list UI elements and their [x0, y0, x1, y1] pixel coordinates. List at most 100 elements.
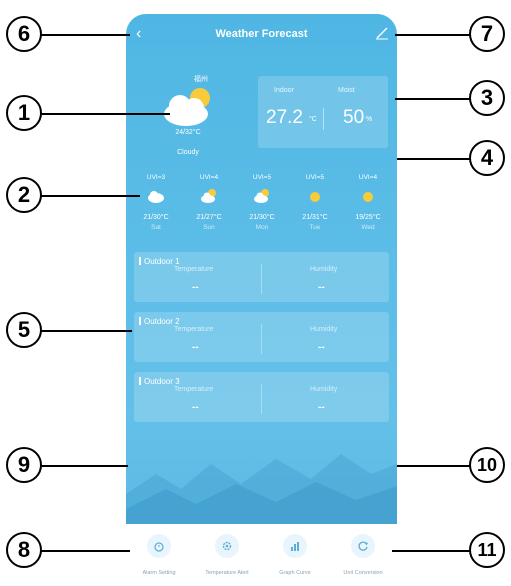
callout-line: [40, 195, 140, 197]
page-title: Weather Forecast: [215, 28, 308, 40]
indoor-humidity-unit: %: [366, 116, 373, 123]
unit-conversion-button[interactable]: Unit Conversion: [330, 534, 396, 576]
day-name: Tue: [309, 224, 321, 231]
humidity-label: Humidity: [310, 266, 338, 273]
alarm-clock-icon: [154, 542, 164, 552]
alarm-setting-button[interactable]: Alarm Setting: [126, 534, 192, 576]
tool-label: Unit Conversion: [343, 570, 383, 576]
bar-chart-icon: [291, 542, 299, 551]
callout-6: 6: [6, 16, 42, 52]
cloud-icon: [148, 191, 164, 203]
callout-10: 10: [469, 447, 505, 483]
day-range: 21/30°C: [143, 214, 169, 221]
callout-line: [40, 330, 132, 332]
graph-curve-button[interactable]: Graph Curve: [262, 534, 328, 576]
divider: [261, 264, 262, 294]
tool-label: Alarm Setting: [142, 570, 176, 576]
indoor-temperature: 27.2: [266, 107, 303, 128]
indoor-card: Indoor Moist 27.2 °C 50 %: [258, 76, 388, 148]
tool-label: Graph Curve: [279, 570, 311, 576]
refresh-icon: [358, 541, 368, 551]
temperature-label: Temperature: [174, 266, 214, 273]
humidity-label: Humidity: [310, 326, 338, 333]
callout-11: 11: [469, 532, 505, 568]
callout-4: 4: [469, 140, 505, 176]
sun-icon: [310, 192, 320, 202]
divider: [261, 324, 262, 354]
forecast-day: UVI=5 21/30°C Mon: [236, 174, 288, 231]
current-condition: Cloudy: [177, 149, 199, 156]
temperature-value: --: [192, 402, 199, 413]
day-name: Sun: [203, 224, 215, 231]
divider: [261, 384, 262, 414]
indoor-temp-unit: °C: [309, 116, 317, 123]
forecast-day: UVI=3 21/30°C Sat: [130, 174, 182, 231]
callout-8: 8: [6, 532, 42, 568]
tool-label: Temperature Alert: [205, 570, 249, 576]
outdoor-card-1[interactable]: Outdoor 1 Temperature Humidity -- --: [134, 252, 389, 302]
callout-9: 9: [6, 447, 42, 483]
uvi-label: UVI=4: [358, 174, 378, 181]
outdoor-name: Outdoor 1: [144, 257, 180, 266]
day-name: Sat: [151, 224, 161, 231]
outdoor-card-3[interactable]: Outdoor 3 Temperature Humidity -- --: [134, 372, 389, 422]
humidity-value: --: [318, 342, 325, 353]
callout-line: [397, 465, 475, 467]
callout-line: [40, 465, 128, 467]
callout-line: [395, 34, 475, 36]
uvi-label: UVI=3: [146, 174, 166, 181]
cloud-sun-icon: [201, 189, 216, 203]
forecast-day: UVI=4 19/25°C Wed: [342, 174, 394, 231]
callout-2: 2: [6, 177, 42, 213]
bottom-toolbar: Alarm Setting Temperature Alert Graph Cu…: [126, 524, 397, 586]
current-temp-range: 24/32°C: [175, 129, 201, 136]
humidity-value: --: [318, 402, 325, 413]
forecast-row: UVI=3 21/30°C Sat UVI=4 21/27°C Sun UVI=…: [126, 174, 397, 249]
accent-bar: [139, 377, 141, 385]
callout-7: 7: [469, 16, 505, 52]
forecast-day: UVI=4 21/27°C Sun: [183, 174, 235, 231]
day-range: 21/30°C: [249, 214, 275, 221]
phone-screen: ‹ Weather Forecast 福州 24/32°C Cloudy Ind…: [126, 14, 397, 586]
callout-line: [40, 113, 170, 115]
sun-icon: [363, 192, 373, 202]
uvi-label: UVI=5: [305, 174, 325, 181]
accent-bar: [139, 257, 141, 265]
day-name: Wed: [361, 224, 375, 231]
callout-5: 5: [6, 312, 42, 348]
callout-line: [40, 34, 130, 36]
humidity-value: --: [318, 282, 325, 293]
temperature-alert-button[interactable]: Temperature Alert: [194, 534, 260, 576]
cloud-sun-icon: [254, 189, 269, 203]
cloud-sun-icon: [164, 88, 210, 126]
day-range: 19/25°C: [355, 214, 381, 221]
outdoor-name: Outdoor 3: [144, 377, 180, 386]
day-range: 21/27°C: [196, 214, 222, 221]
moist-label: Moist: [338, 87, 355, 94]
header: ‹ Weather Forecast: [126, 14, 397, 54]
divider: [323, 108, 324, 130]
edit-icon[interactable]: [375, 26, 389, 40]
temperature-label: Temperature: [174, 386, 214, 393]
callout-1: 1: [6, 95, 42, 131]
callout-3: 3: [469, 80, 505, 116]
accent-bar: [139, 317, 141, 325]
callout-line: [392, 550, 475, 552]
outdoor-card-2[interactable]: Outdoor 2 Temperature Humidity -- --: [134, 312, 389, 362]
uvi-label: UVI=5: [252, 174, 272, 181]
gear-icon: [222, 541, 232, 551]
temperature-label: Temperature: [174, 326, 214, 333]
day-range: 21/31°C: [302, 214, 328, 221]
temperature-value: --: [192, 282, 199, 293]
temperature-value: --: [192, 342, 199, 353]
day-name: Mon: [255, 224, 269, 231]
indoor-label: Indoor: [274, 87, 294, 94]
outdoor-name: Outdoor 2: [144, 317, 180, 326]
indoor-humidity: 50: [343, 107, 365, 128]
uvi-label: UVI=4: [199, 174, 219, 181]
humidity-label: Humidity: [310, 386, 338, 393]
callout-line: [395, 98, 475, 100]
callout-line: [397, 158, 475, 160]
mountain-background: [126, 454, 397, 524]
callout-line: [40, 550, 130, 552]
